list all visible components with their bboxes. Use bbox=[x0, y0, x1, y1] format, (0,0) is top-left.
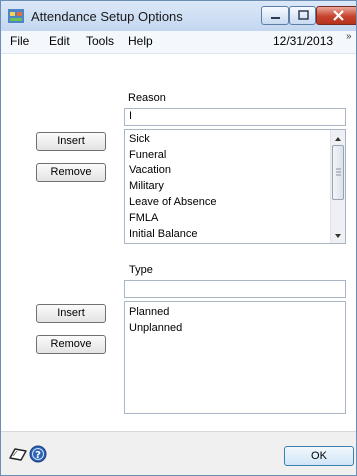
type-insert-button[interactable]: Insert bbox=[36, 304, 106, 323]
list-item[interactable]: Funeral bbox=[129, 149, 166, 161]
list-item[interactable]: Initial Balance bbox=[129, 228, 198, 240]
reason-list-scrollbar[interactable] bbox=[330, 130, 345, 243]
list-item[interactable]: Leave of Absence bbox=[129, 196, 216, 208]
list-item[interactable]: Vacation bbox=[129, 164, 171, 176]
grip-icon bbox=[336, 168, 341, 176]
maximize-button[interactable] bbox=[289, 6, 316, 25]
menu-edit[interactable]: Edit bbox=[49, 34, 70, 48]
list-item[interactable]: Unplanned bbox=[129, 322, 182, 334]
list-item[interactable]: Military bbox=[129, 180, 164, 192]
svg-text:?: ? bbox=[35, 450, 41, 461]
reason-input[interactable]: I bbox=[124, 108, 346, 126]
minimize-button[interactable] bbox=[261, 6, 289, 25]
reason-remove-button[interactable]: Remove bbox=[36, 163, 106, 182]
attendance-setup-window: Attendance Setup Options File Edit Tools… bbox=[0, 0, 357, 476]
reason-input-value: I bbox=[129, 110, 133, 122]
list-item[interactable]: Planned bbox=[129, 306, 169, 318]
reason-insert-button[interactable]: Insert bbox=[36, 132, 106, 151]
scroll-thumb[interactable] bbox=[332, 145, 344, 200]
pencil-note-icon[interactable] bbox=[8, 446, 28, 462]
close-button[interactable] bbox=[316, 6, 356, 25]
reason-label: Reason bbox=[128, 92, 166, 104]
title-bar: Attendance Setup Options bbox=[1, 1, 356, 31]
user-date[interactable]: 12/31/2013 bbox=[273, 34, 333, 48]
close-icon bbox=[333, 10, 344, 21]
type-list[interactable]: Planned Unplanned bbox=[124, 301, 346, 414]
chevron-overflow-icon[interactable]: » bbox=[346, 31, 352, 42]
list-item[interactable]: FMLA bbox=[129, 212, 158, 224]
minimize-icon bbox=[271, 17, 280, 19]
type-remove-button[interactable]: Remove bbox=[36, 335, 106, 354]
app-icon bbox=[8, 9, 24, 23]
menu-bar: File Edit Tools Help 12/31/2013 » bbox=[1, 31, 356, 54]
ok-button[interactable]: OK bbox=[284, 446, 354, 466]
list-item[interactable]: Sick bbox=[129, 133, 150, 145]
menu-help[interactable]: Help bbox=[128, 34, 153, 48]
main-panel: Reason I Insert Remove Sick Funeral Vaca… bbox=[1, 54, 356, 431]
maximize-icon bbox=[298, 10, 309, 20]
scroll-up-icon[interactable] bbox=[331, 133, 345, 145]
type-input[interactable] bbox=[124, 280, 346, 298]
help-icon[interactable]: ? bbox=[29, 445, 47, 463]
window-title: Attendance Setup Options bbox=[31, 9, 183, 24]
menu-file[interactable]: File bbox=[10, 34, 29, 48]
status-bar: ? OK bbox=[1, 431, 356, 475]
reason-list[interactable]: Sick Funeral Vacation Military Leave of … bbox=[124, 129, 346, 244]
scroll-down-icon[interactable] bbox=[331, 230, 345, 242]
menu-tools[interactable]: Tools bbox=[86, 34, 114, 48]
type-label: Type bbox=[129, 264, 153, 276]
